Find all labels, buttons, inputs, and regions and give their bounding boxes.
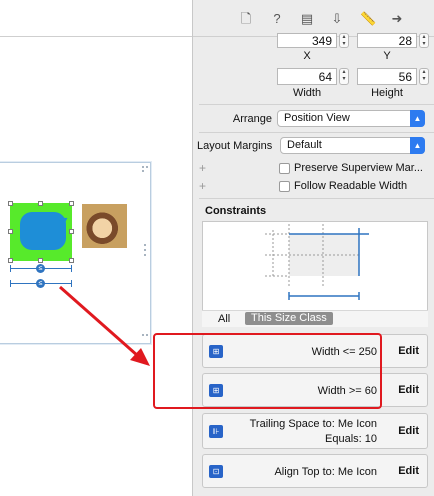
x-field[interactable]: 349	[277, 33, 337, 48]
follow-readable-checkbox[interactable]	[279, 181, 290, 192]
width-label: Width	[292, 87, 322, 99]
tab-this-size-class[interactable]: This Size Class	[245, 312, 333, 325]
preserve-superview-label: Preserve Superview Mar...	[294, 162, 423, 174]
arrange-select[interactable]: Position View ▲	[277, 110, 425, 127]
divider	[199, 132, 434, 133]
y-stepper[interactable]: ▴ ▾	[419, 33, 429, 48]
arrange-label: Arrange	[232, 113, 272, 125]
height-label: Height	[371, 87, 403, 99]
add-variation-icon[interactable]: +	[199, 161, 206, 175]
storyboard-canvas[interactable]: ≤ ≤	[0, 0, 192, 496]
edit-button[interactable]: Edit	[398, 384, 419, 396]
divider	[199, 104, 434, 105]
attributes-icon[interactable]: ⇩	[330, 12, 344, 26]
follow-readable-label: Follow Readable Width	[294, 180, 408, 192]
divider	[199, 198, 434, 199]
chevron-down-icon: ▲	[410, 110, 425, 127]
layout-margins-label: Layout Margins	[197, 140, 273, 152]
layout-margins-select[interactable]: Default ▲	[280, 137, 425, 154]
size-class-tabs: All This Size Class	[202, 310, 428, 327]
edit-button[interactable]: Edit	[398, 425, 419, 437]
arrange-value: Position View	[284, 112, 350, 124]
x-stepper[interactable]: ▴ ▾	[339, 33, 349, 48]
connections-icon[interactable]: ➜	[390, 12, 404, 26]
constraint-text: Align Top to: Me Icon	[274, 466, 377, 478]
height-field[interactable]: 56	[357, 68, 417, 85]
edit-button[interactable]: Edit	[398, 345, 419, 357]
tab-all[interactable]: All	[218, 313, 230, 325]
edit-button[interactable]: Edit	[398, 465, 419, 477]
constraint-text-secondary: Equals: 10	[325, 433, 377, 445]
help-icon[interactable]: ?	[270, 12, 284, 26]
y-label: Y	[383, 50, 391, 62]
size-inspector: 🗋 ? ▤ ⇩ 📏 ➜ 349 ▴ ▾ X 28 ▴ ▾ Y 64 ▴ ▾ Width…	[192, 0, 434, 496]
x-label: X	[303, 50, 311, 62]
constraint-diagram-graphic	[265, 224, 369, 300]
height-stepper[interactable]: ▴ ▾	[419, 68, 429, 85]
annotation-arrow	[59, 285, 150, 366]
size-icon[interactable]: 📏	[360, 12, 376, 26]
constraints-title: Constraints	[205, 205, 267, 217]
preserve-superview-checkbox[interactable]	[279, 163, 290, 174]
align-top-icon: ⊡	[209, 465, 223, 478]
file-icon[interactable]: 🗋	[239, 12, 253, 26]
inspector-tab-bar: 🗋 ? ▤ ⇩ 📏 ➜	[193, 0, 434, 37]
identity-icon[interactable]: ▤	[300, 12, 314, 26]
constraint-row-align-top[interactable]: ⊡ Align Top to: Me Icon Edit	[202, 454, 428, 488]
trailing-space-icon: ⊪	[209, 425, 223, 438]
annotation-highlight-box	[153, 333, 382, 409]
add-variation-icon[interactable]: +	[199, 179, 206, 193]
constraint-text: Trailing Space to: Me Icon	[249, 418, 377, 430]
y-field[interactable]: 28	[357, 33, 417, 48]
width-stepper[interactable]: ▴ ▾	[339, 68, 349, 85]
constraint-row-trailing[interactable]: ⊪ Trailing Space to: Me Icon Equals: 10 …	[202, 413, 428, 449]
width-field[interactable]: 64	[277, 68, 337, 85]
layout-margins-value: Default	[287, 139, 322, 151]
chevron-down-icon: ▲	[410, 137, 425, 154]
